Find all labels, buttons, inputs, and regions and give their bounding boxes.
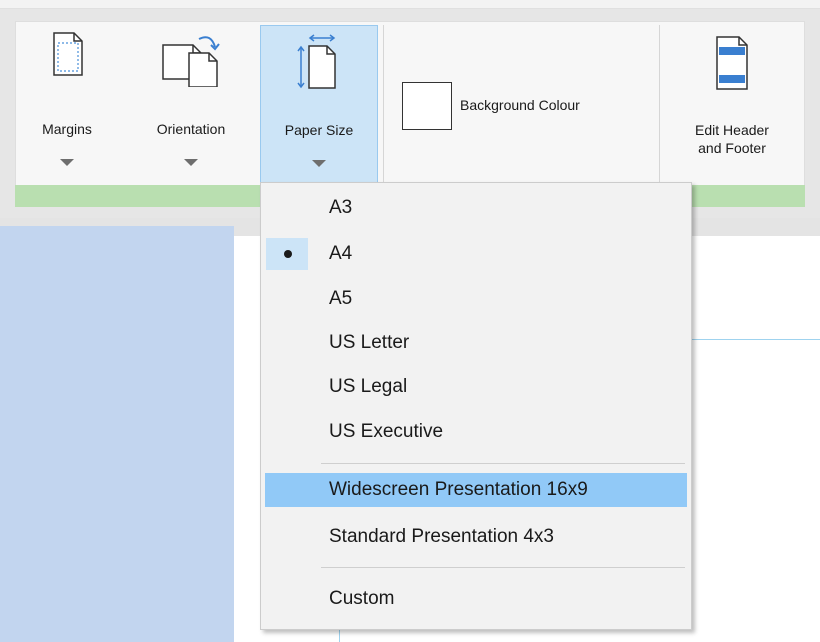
ribbon-divider	[659, 25, 660, 183]
menu-item-a4[interactable]: A4	[265, 237, 687, 271]
menu-item-us-legal[interactable]: US Legal	[265, 370, 687, 404]
margins-dropdown-arrow	[60, 159, 74, 166]
radio-checked-icon	[284, 250, 292, 258]
orientation-label: Orientation	[156, 121, 226, 137]
paper-size-button[interactable]: Paper Size	[260, 25, 378, 183]
paper-size-label: Paper Size	[284, 122, 354, 138]
menu-item-a5[interactable]: A5	[265, 282, 687, 316]
page-margin-area	[0, 226, 234, 642]
margins-icon	[53, 32, 83, 76]
menu-item-label: A5	[329, 288, 353, 309]
ribbon-divider	[383, 25, 384, 183]
background-colour-button[interactable]: Background Colour	[386, 25, 658, 183]
top-strip	[0, 0, 820, 9]
menu-separator	[321, 463, 685, 464]
menu-item-a3[interactable]: A3	[265, 191, 687, 225]
orientation-icon	[162, 36, 220, 87]
background-colour-label: Background Colour	[460, 97, 580, 113]
edit-header-footer-button[interactable]: Edit Header and Footer	[662, 25, 802, 183]
menu-item-standard-4x3[interactable]: Standard Presentation 4x3	[265, 520, 687, 554]
menu-item-label: US Legal	[329, 376, 408, 397]
margins-label: Margins	[42, 121, 92, 137]
margins-button[interactable]: Margins	[30, 25, 104, 183]
edit-header-footer-line2: and Footer	[698, 140, 766, 156]
menu-item-label: Standard Presentation 4x3	[329, 526, 554, 547]
edit-header-footer-label: Edit Header and Footer	[662, 121, 802, 157]
header-footer-icon	[716, 36, 748, 90]
menu-item-label: A4	[329, 243, 353, 264]
app-window: Margins Orientation Paper Size Backgroun…	[0, 0, 820, 642]
menu-item-us-letter[interactable]: US Letter	[265, 326, 687, 360]
menu-item-label: Widescreen Presentation 16x9	[329, 479, 588, 500]
menu-item-label: US Letter	[329, 332, 410, 353]
edit-header-footer-line1: Edit Header	[695, 122, 769, 138]
menu-separator	[321, 567, 685, 568]
menu-item-label: Custom	[329, 588, 395, 609]
menu-item-widescreen-16x9[interactable]: Widescreen Presentation 16x9	[265, 473, 687, 507]
paper-size-menu: A3 A4 A5 US Letter US Legal US Executive…	[260, 182, 692, 630]
orientation-button[interactable]: Orientation	[136, 25, 246, 183]
menu-item-custom[interactable]: Custom	[265, 582, 687, 616]
menu-item-label: US Executive	[329, 421, 444, 442]
background-colour-swatch	[402, 82, 452, 130]
paper-size-icon	[297, 34, 336, 89]
menu-item-label: A3	[329, 197, 353, 218]
menu-item-us-executive[interactable]: US Executive	[265, 415, 687, 449]
check-cell	[266, 238, 308, 270]
paper-size-dropdown-arrow	[312, 160, 326, 167]
margin-guide-horizontal	[690, 339, 820, 340]
orientation-dropdown-arrow	[184, 159, 198, 166]
